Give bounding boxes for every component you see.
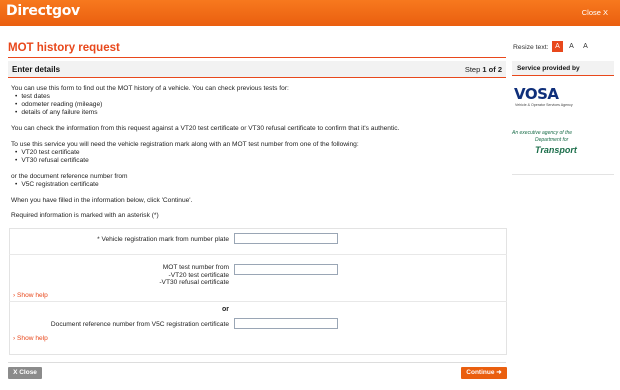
mot-label-line: -VT20 test certificate xyxy=(168,271,229,279)
check-list: test dates odometer reading (mileage) de… xyxy=(15,93,102,116)
vosa-logo: VOSA xyxy=(514,85,559,103)
page-title: MOT history request xyxy=(8,42,120,54)
step-of: of xyxy=(488,65,496,74)
intro-paragraph-2: You can check the information from this … xyxy=(11,125,400,132)
form-divider xyxy=(9,254,507,255)
show-help-link[interactable]: › Show help xyxy=(13,292,48,299)
show-help-link[interactable]: › Show help xyxy=(13,335,48,342)
text-size-small-button[interactable]: A xyxy=(552,41,563,52)
section-title: Enter details xyxy=(12,65,61,74)
list-item: VT20 test certificate xyxy=(15,149,89,157)
panel-header: Service provided by xyxy=(512,61,614,76)
agency-line: An executive agency of the xyxy=(512,130,573,136)
top-bar: Directgov Close X xyxy=(0,0,620,26)
mot-number-input[interactable] xyxy=(234,264,338,275)
vosa-subtitle: Vehicle & Operator Services Agency xyxy=(515,103,573,107)
mot-label-line: -VT30 refusal certificate xyxy=(159,279,229,287)
list-item: test dates xyxy=(15,93,102,101)
directgov-logo[interactable]: Directgov xyxy=(6,3,80,19)
step-indicator: Step 1 of 2 xyxy=(465,65,502,74)
step-current: 1 xyxy=(482,65,487,74)
dft-logo-text: Transport xyxy=(535,145,577,155)
step-prefix: Step xyxy=(464,65,481,74)
list-item: details of any failure items xyxy=(15,109,102,117)
intro-paragraph-5: When you have filled in the information … xyxy=(11,197,193,204)
continue-button[interactable]: Continue ➜ xyxy=(461,367,507,379)
v5c-list: V5C registration certificate xyxy=(15,181,98,189)
or-separator: or xyxy=(222,306,229,313)
form-divider xyxy=(9,301,507,302)
docref-label: Document reference number from V5C regis… xyxy=(50,321,229,328)
text-size-medium-button[interactable]: A xyxy=(566,41,577,52)
list-item: V5C registration certificate xyxy=(15,181,98,189)
certificate-list: VT20 test certificate VT30 refusal certi… xyxy=(15,149,89,165)
details-form xyxy=(9,228,507,355)
intro-paragraph-4: or the document reference number from xyxy=(11,173,128,180)
service-provider-panel: Service provided by xyxy=(512,61,614,175)
section-header: Enter details Step 1 of 2 xyxy=(8,61,506,78)
mot-label-line: MOT test number from xyxy=(162,264,229,271)
close-button[interactable]: X Close xyxy=(8,367,42,379)
text-size-large-button[interactable]: A xyxy=(580,41,591,52)
provided-by-label: Service provided by xyxy=(517,65,580,72)
intro-paragraph-3: To use this service you will need the ve… xyxy=(11,141,359,148)
resize-text-label: Resize text: xyxy=(513,44,549,51)
registration-input[interactable] xyxy=(234,233,338,244)
mot-number-label: MOT test number from -VT20 test certific… xyxy=(159,264,229,287)
list-item: odometer reading (mileage) xyxy=(15,101,102,109)
close-window-link[interactable]: Close X xyxy=(582,8,608,17)
list-item: VT30 refusal certificate xyxy=(15,157,88,165)
footer-divider xyxy=(8,362,506,363)
registration-label: * Vehicle registration mark from number … xyxy=(97,236,229,243)
agency-line: Department for xyxy=(535,137,569,143)
required-note: Required information is marked with an a… xyxy=(11,212,159,219)
step-total: 2 xyxy=(497,65,502,74)
title-divider xyxy=(8,57,506,58)
docref-input[interactable] xyxy=(234,318,338,329)
intro-paragraph-1: You can use this form to find out the MO… xyxy=(11,85,289,92)
